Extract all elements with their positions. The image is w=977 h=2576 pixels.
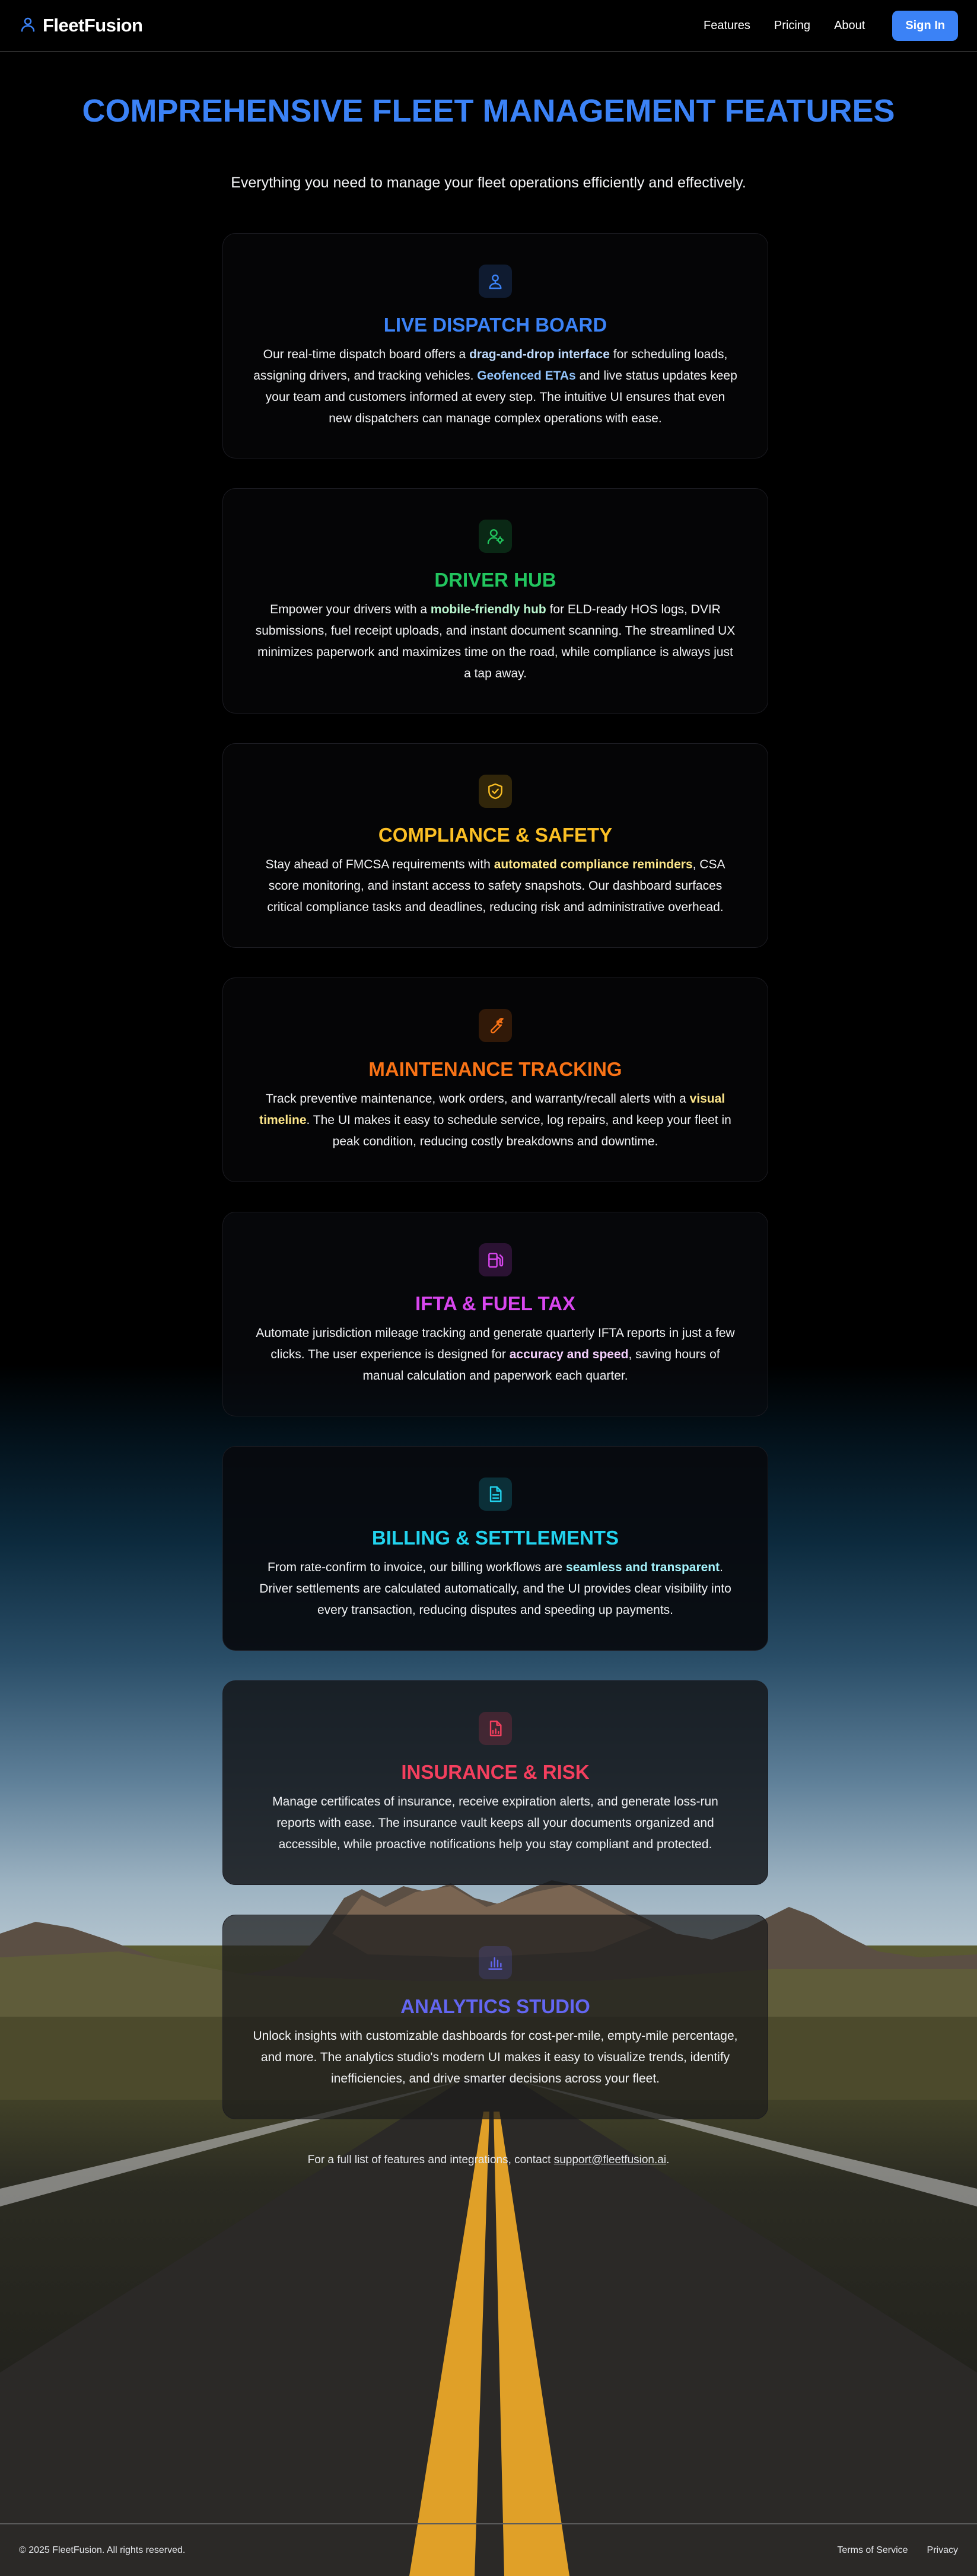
- feature-description: Unlock insights with customizable dashbo…: [253, 2026, 738, 2090]
- feature-text: Track preventive maintenance, work order…: [265, 1092, 690, 1106]
- brand-name: FleetFusion: [43, 15, 143, 36]
- support-email-link[interactable]: support@fleetfusion.ai: [554, 2154, 666, 2166]
- main-nav: Features Pricing About Sign In: [704, 10, 958, 41]
- sign-in-button[interactable]: Sign In: [892, 10, 958, 41]
- feature-card: Live Dispatch Board Our real-time dispatc…: [222, 233, 768, 458]
- privacy-link[interactable]: Privacy: [927, 2545, 958, 2556]
- feature-description: Our real-time dispatch board offers a dr…: [253, 344, 738, 429]
- feature-description: Stay ahead of FMCSA requirements with au…: [253, 854, 738, 918]
- footnote-suffix: .: [666, 2154, 670, 2166]
- feature-title: Compliance & Safety: [378, 824, 613, 846]
- feature-card: Compliance & Safety Stay ahead of FMCSA r…: [222, 743, 768, 948]
- feature-card: Insurance & Risk Manage certificates of i…: [222, 1680, 768, 1885]
- document-icon: [479, 1478, 512, 1511]
- feature-title: Billing & Settlements: [371, 1527, 619, 1549]
- footnote: For a full list of features and integrat…: [0, 2154, 977, 2167]
- feature-title: Live Dispatch Board: [383, 314, 607, 336]
- feature-description: Empower your drivers with a mobile-frien…: [253, 599, 738, 684]
- feature-text: . The UI makes it easy to schedule servi…: [306, 1113, 731, 1148]
- feature-highlight: mobile-friendly hub: [430, 603, 546, 616]
- feature-card: Analytics Studio Unlock insights with cus…: [222, 1915, 768, 2119]
- feature-text: Stay ahead of FMCSA requirements with: [265, 858, 494, 871]
- feature-description: Manage certificates of insurance, receiv…: [253, 1791, 738, 1855]
- feature-highlight: seamless and transparent: [566, 1561, 720, 1574]
- bar-chart-icon: [479, 1946, 512, 1979]
- feature-text: Empower your drivers with a: [270, 603, 431, 616]
- footer: © 2025 FleetFusion. All rights reserved.…: [0, 2523, 977, 2576]
- terms-link[interactable]: Terms of Service: [837, 2545, 908, 2556]
- feature-highlight: accuracy and speed: [509, 1348, 629, 1361]
- copyright: © 2025 FleetFusion. All rights reserved.: [19, 2545, 186, 2555]
- feature-description: Track preventive maintenance, work order…: [253, 1088, 738, 1152]
- feature-text: Unlock insights with customizable dashbo…: [253, 2029, 738, 2085]
- fuel-pump-icon: [479, 1243, 512, 1276]
- feature-highlight: automated compliance reminders: [494, 858, 693, 871]
- brand[interactable]: FleetFusion: [19, 15, 143, 36]
- page-title: Comprehensive Fleet Management Features: [82, 93, 895, 129]
- feature-highlight: drag-and-drop interface: [469, 348, 610, 361]
- feature-title: Driver Hub: [434, 569, 556, 591]
- feature-description: From rate-confirm to invoice, our billin…: [253, 1557, 738, 1621]
- feature-card: IFTA & Fuel Tax Automate jurisdiction mil…: [222, 1212, 768, 1416]
- feature-card: Maintenance Tracking Track preventive mai…: [222, 977, 768, 1182]
- footer-links: Terms of Service Privacy: [837, 2545, 958, 2556]
- user-pin-icon: [19, 15, 37, 36]
- top-navbar: FleetFusion Features Pricing About Sign …: [0, 0, 977, 52]
- feature-title: IFTA & Fuel Tax: [415, 1292, 576, 1314]
- feature-text: From rate-confirm to invoice, our billin…: [268, 1561, 567, 1574]
- feature-title: Insurance & Risk: [401, 1761, 590, 1783]
- feature-card: Billing & Settlements From rate-confirm t…: [222, 1446, 768, 1651]
- feature-text: Manage certificates of insurance, receiv…: [272, 1795, 718, 1851]
- footnote-text: For a full list of features and integrat…: [307, 2154, 554, 2166]
- report-icon: [479, 1712, 512, 1745]
- shield-check-icon: [479, 775, 512, 808]
- feature-text: Our real-time dispatch board offers a: [263, 348, 470, 361]
- nav-link-about[interactable]: About: [834, 19, 865, 33]
- wrench-icon: [479, 1009, 512, 1042]
- feature-title: Maintenance Tracking: [368, 1058, 622, 1080]
- user-gear-icon: [479, 520, 512, 553]
- nav-link-pricing[interactable]: Pricing: [774, 19, 810, 33]
- feature-highlight: Geofenced ETAs: [477, 369, 576, 383]
- map-pin-icon: [479, 265, 512, 298]
- feature-description: Automate jurisdiction mileage tracking a…: [253, 1323, 738, 1387]
- nav-link-features[interactable]: Features: [704, 19, 750, 33]
- page-subtitle: Everything you need to manage your fleet…: [231, 174, 746, 191]
- feature-title: Analytics Studio: [400, 1995, 590, 2017]
- feature-card: Driver Hub Empower your drivers with a mo…: [222, 488, 768, 714]
